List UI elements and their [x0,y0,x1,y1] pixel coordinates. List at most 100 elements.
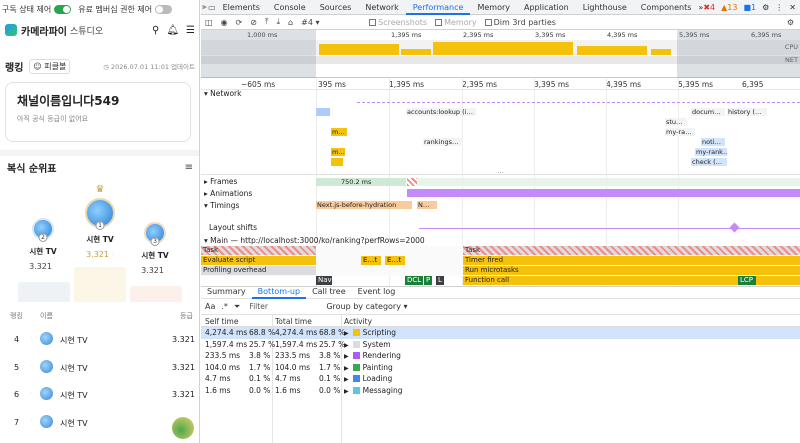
tab-application[interactable]: Application [517,0,576,15]
marker-dcl[interactable]: DCL [405,276,423,285]
expand-icon[interactable]: ▶ [344,388,349,395]
device-icon[interactable]: ▭ [208,3,216,12]
tab-sources[interactable]: Sources [313,0,359,15]
regex-toggle[interactable]: .* [221,302,228,311]
table-row[interactable]: 104.0 ms 1.7 % 104.0 ms 1.7 % ▶ Painting [201,362,800,374]
timings-track-label[interactable]: ▾ Timings [204,201,239,210]
table-row[interactable]: 5 · 시현 TV 3.321 [0,354,199,382]
network-request[interactable]: m… [331,128,347,136]
timeline-overview[interactable]: 1,000 ms 1,395 ms 2,395 ms 3,395 ms 4,39… [201,30,800,78]
tab-lighthouse[interactable]: Lighthouse [576,0,634,15]
flame-microtasks[interactable]: Run microtasks [463,266,800,275]
podium-second[interactable]: 2 시현 TV 3.321 · [22,218,64,271]
tab-elements[interactable]: Elements [216,0,267,15]
sidebar-toggle-icon[interactable]: ◫ [205,18,213,27]
flame-profiling[interactable]: Profiling overhead [201,266,316,275]
tab-summary[interactable]: Summary [201,286,252,299]
error-count[interactable]: ✖4 [703,3,715,12]
floating-action-button[interactable] [172,417,194,439]
subscription-toggle[interactable] [54,4,72,14]
table-row[interactable]: 1.6 ms 0.0 % 1.6 ms 0.0 % ▶ Messaging [201,385,800,397]
settings-icon[interactable]: ⚙ [762,3,769,12]
timing-marker[interactable]: N… [417,201,437,209]
bell-icon[interactable]: 🔔︎ [166,25,179,36]
layout-shifts-label[interactable]: Layout shifts [209,223,257,232]
table-row[interactable]: 7 · 시현 TV [0,409,199,437]
network-request[interactable]: noti… [701,138,725,146]
download-icon[interactable]: ⤓ [277,17,281,27]
network-request[interactable]: check (… [691,158,727,166]
flame-evaluate[interactable]: E…t [361,256,381,265]
expand-icon[interactable]: ▶ [344,353,349,360]
marker-nav[interactable]: Nav [316,276,332,285]
animations-track-label[interactable]: ▸ Animations [204,189,252,198]
layout-shift-marker[interactable] [729,222,740,233]
col-self-time[interactable]: Self time [205,317,238,326]
network-request[interactable]: my-rank… [695,148,727,156]
table-row[interactable]: 6 · 시현 TV 3.321 [0,381,199,409]
flame-task[interactable]: Task [463,246,800,255]
network-request[interactable]: stu… [665,118,687,126]
tab-console[interactable]: Console [267,0,313,15]
flame-evaluate[interactable]: E…t [385,256,405,265]
table-row[interactable]: 4,274.4 ms 68.8 % 4,274.4 ms 68.8 % ▶ Scripti… [201,327,800,339]
main-track-label[interactable]: ▾ Main — http://localhost:3000/ko/rankin… [204,236,425,245]
dim3rd-checkbox[interactable]: Dim 3rd parties [484,18,556,27]
table-row[interactable]: 233.5 ms 3.8 % 233.5 ms 3.8 % ▶ Rendering [201,350,800,362]
record-icon[interactable]: ◉ [221,18,228,27]
network-request[interactable]: accounts:lookup (i… [406,108,476,116]
upload-icon[interactable]: ⤒ [265,17,269,27]
screenshots-checkbox[interactable]: Screenshots [369,18,427,27]
memory-checkbox[interactable]: Memory [435,18,477,27]
tab-performance[interactable]: Performance [405,0,471,15]
expand-icon[interactable]: ▶ [344,365,349,372]
frames-track-label[interactable]: ▸ Frames [204,177,237,186]
flame-evaluate[interactable]: Evaluate script [201,256,316,265]
close-icon[interactable]: ✕ [789,3,796,12]
col-activity[interactable]: Activity [344,317,372,326]
clear-icon[interactable]: ⊘ [250,18,257,27]
group-by-select[interactable]: Group by category ▾ [326,302,407,311]
menu-icon[interactable]: ☰ [186,25,195,36]
network-request[interactable]: docum… [691,108,725,116]
podium-third[interactable]: 3 시현 TV 3.321 · [132,222,178,275]
flame-task[interactable]: Task [201,246,316,255]
frame-block[interactable]: 750.2 ms [316,178,406,186]
marker-l[interactable]: L [436,276,444,285]
table-row[interactable]: 4 · 시현 TV 3.321 [0,326,199,354]
filter-sliders-icon[interactable]: ≡ [185,162,193,173]
expand-icon[interactable]: ▶ [344,342,349,349]
network-request[interactable] [331,158,343,166]
warning-count[interactable]: ▲13 [721,3,737,12]
home-icon[interactable]: ⌂ [288,18,293,27]
network-request[interactable]: history (… [727,108,767,116]
frame-block[interactable] [417,178,800,186]
recording-select[interactable]: #4 ▾ [301,18,361,27]
network-request[interactable]: m… [331,148,345,156]
network-request[interactable]: rankings… [423,138,463,146]
tab-network[interactable]: Network [358,0,405,15]
marker-lcp[interactable]: LCP [738,276,756,285]
tab-components[interactable]: Components [634,0,699,15]
perf-settings-icon[interactable]: ⚙ [787,18,800,27]
table-row[interactable]: 4.7 ms 0.1 % 4.7 ms 0.1 % ▶ Loading [201,373,800,385]
match-case-toggle[interactable]: Aa [205,302,215,311]
channel-card[interactable]: 채널이름입니다549 아직 공식 등급이 없어요 [5,82,191,142]
network-track-label[interactable]: ▾ Network [204,89,241,98]
expand-icon[interactable]: ▶ [344,376,349,383]
filter-input[interactable]: Filter [246,301,316,312]
tab-call-tree[interactable]: Call tree [306,286,352,299]
network-request[interactable] [316,108,330,116]
col-total-time[interactable]: Total time [275,317,312,326]
marker-p[interactable]: P [424,276,432,285]
inspect-icon[interactable]: ⫸ [201,2,208,12]
timing-marker[interactable]: Next.js-before-hydration [316,201,412,209]
flame-timer[interactable]: Timer fired [463,256,800,265]
sport-filter-button[interactable]: ☺ 피클볼 [29,58,71,74]
frame-dropped[interactable] [407,178,417,186]
reload-record-icon[interactable]: ⟳ [236,18,243,27]
table-row[interactable]: 1,597.4 ms 25.7 % 1,597.4 ms 25.7 % ▶ System [201,339,800,351]
tab-event-log[interactable]: Event log [352,286,402,299]
tab-memory[interactable]: Memory [470,0,517,15]
kebab-icon[interactable]: ⋮ [775,3,783,12]
